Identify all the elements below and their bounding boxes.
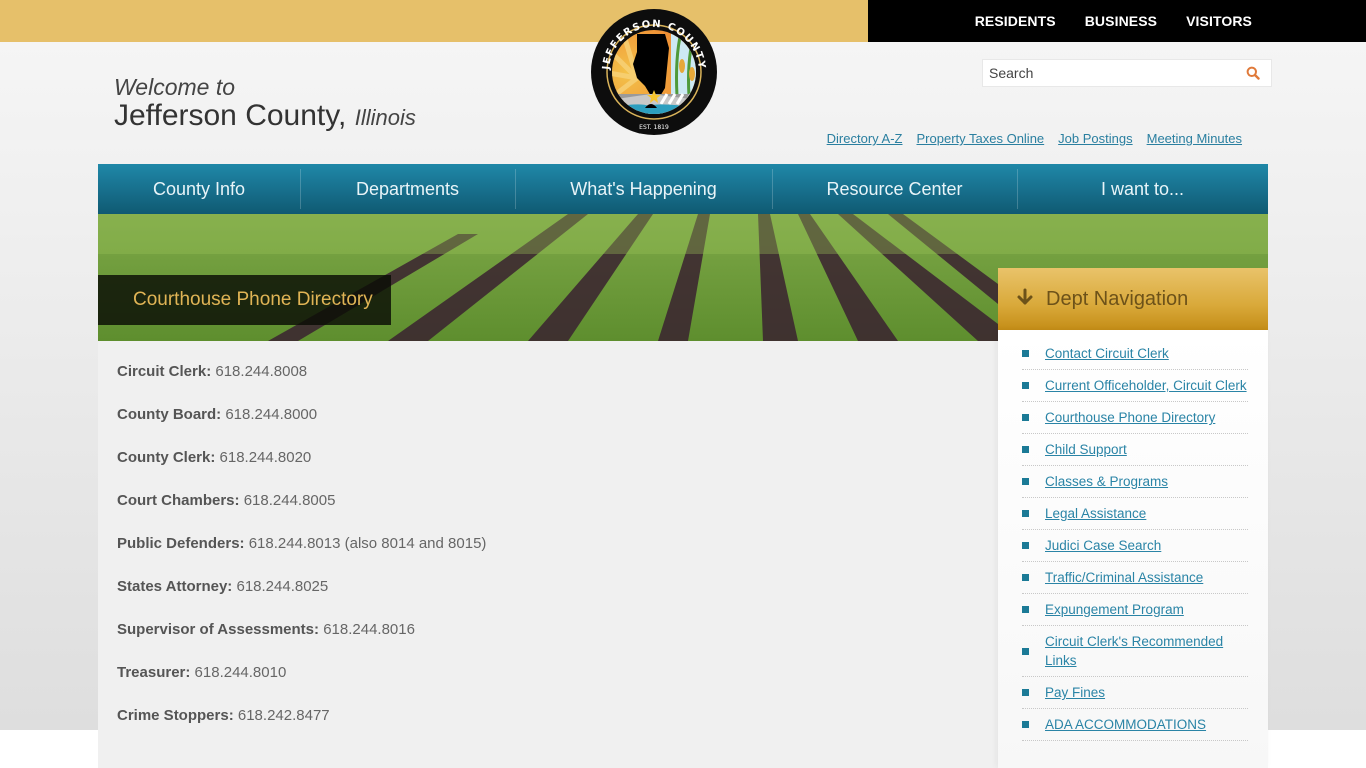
- square-bullet-icon: [1022, 721, 1029, 728]
- sidebar-link-traffic-criminal[interactable]: Traffic/Criminal Assistance: [1045, 568, 1203, 587]
- directory-entry: Circuit Clerk: 618.244.8008: [117, 362, 486, 405]
- sidebar-header[interactable]: Dept Navigation: [998, 268, 1268, 330]
- sidebar-item: ADA ACCOMMODATIONS: [1022, 709, 1248, 741]
- directory-entry: Supervisor of Assessments: 618.244.8016: [117, 620, 486, 663]
- entry-label: County Board:: [117, 406, 222, 423]
- sidebar-link-expungement[interactable]: Expungement Program: [1045, 600, 1184, 619]
- sidebar-item: Child Support: [1022, 434, 1248, 466]
- sidebar-link-recommended-links[interactable]: Circuit Clerk's Recommended Links: [1045, 632, 1248, 670]
- arrow-down-icon: [1016, 288, 1034, 311]
- nav-whats-happening[interactable]: What's Happening: [515, 164, 772, 214]
- site-title[interactable]: Welcome to Jefferson County, Illinois: [114, 74, 416, 134]
- directory-entry: County Clerk: 618.244.8020: [117, 448, 486, 491]
- square-bullet-icon: [1022, 350, 1029, 357]
- sidebar-link-judici-case-search[interactable]: Judici Case Search: [1045, 536, 1161, 555]
- directory-entry: Court Chambers: 618.244.8005: [117, 491, 486, 534]
- sidebar-item: Circuit Clerk's Recommended Links: [1022, 626, 1248, 677]
- entry-label: Supervisor of Assessments:: [117, 621, 320, 638]
- square-bullet-icon: [1022, 574, 1029, 581]
- entry-phone: 618.244.8010: [194, 664, 287, 681]
- state-name: Illinois: [354, 105, 416, 130]
- top-bar-gold: [0, 0, 868, 42]
- search-input[interactable]: [983, 65, 1243, 81]
- sidebar-item: Contact Circuit Clerk: [1022, 338, 1248, 370]
- sidebar-item: Pay Fines: [1022, 677, 1248, 709]
- sidebar-item: Traffic/Criminal Assistance: [1022, 562, 1248, 594]
- entry-label: Circuit Clerk:: [117, 363, 212, 380]
- square-bullet-icon: [1022, 414, 1029, 421]
- square-bullet-icon: [1022, 478, 1029, 485]
- nav-i-want-to[interactable]: I want to...: [1017, 164, 1268, 214]
- logo-est-text: EST. 1819: [639, 124, 669, 131]
- square-bullet-icon: [1022, 510, 1029, 517]
- audience-link-visitors[interactable]: VISITORS: [1186, 13, 1252, 29]
- square-bullet-icon: [1022, 689, 1029, 696]
- county-seal-logo[interactable]: JEFFERSON COUNTY EST. 1819: [589, 8, 719, 136]
- square-bullet-icon: [1022, 542, 1029, 549]
- entry-label: Court Chambers:: [117, 492, 240, 509]
- directory-entry: Crime Stoppers: 618.242.8477: [117, 706, 486, 749]
- sidebar-item: Judici Case Search: [1022, 530, 1248, 562]
- nav-departments[interactable]: Departments: [300, 164, 515, 214]
- entry-phone: 618.244.8013 (also 8014 and 8015): [248, 535, 487, 552]
- nav-resource-center[interactable]: Resource Center: [772, 164, 1017, 214]
- sidebar-title: Dept Navigation: [1046, 287, 1189, 310]
- sidebar-list: Contact Circuit Clerk Current Officehold…: [1022, 338, 1248, 741]
- quick-link-meeting-minutes[interactable]: Meeting Minutes: [1147, 131, 1242, 146]
- entry-phone: 618.244.8016: [323, 621, 415, 638]
- directory-entry: Treasurer: 618.244.8010: [117, 663, 486, 706]
- square-bullet-icon: [1022, 647, 1029, 655]
- entry-phone: 618.242.8477: [237, 707, 330, 724]
- entry-label: Treasurer:: [117, 664, 191, 681]
- page-title-box: Courthouse Phone Directory: [98, 275, 391, 325]
- audience-link-residents[interactable]: RESIDENTS: [975, 13, 1056, 29]
- sidebar-item: Courthouse Phone Directory: [1022, 402, 1248, 434]
- phone-directory: Circuit Clerk: 618.244.8008 County Board…: [117, 362, 486, 749]
- county-name-text: Jefferson County,: [114, 99, 347, 132]
- sidebar-body: Contact Circuit Clerk Current Officehold…: [998, 330, 1268, 768]
- entry-phone: 618.244.8020: [219, 449, 312, 466]
- sidebar-link-child-support[interactable]: Child Support: [1045, 440, 1127, 459]
- search-icon[interactable]: [1243, 63, 1263, 83]
- sidebar-link-courthouse-phone-directory[interactable]: Courthouse Phone Directory: [1045, 408, 1215, 427]
- directory-entry: States Attorney: 618.244.8025: [117, 577, 486, 620]
- directory-entry: Public Defenders: 618.244.8013 (also 801…: [117, 534, 486, 577]
- sidebar-item: Legal Assistance: [1022, 498, 1248, 530]
- entry-label: States Attorney:: [117, 578, 233, 595]
- quick-link-job-postings[interactable]: Job Postings: [1058, 131, 1132, 146]
- sidebar-link-pay-fines[interactable]: Pay Fines: [1045, 683, 1105, 702]
- audience-nav: RESIDENTS BUSINESS VISITORS: [975, 0, 1252, 42]
- audience-link-business[interactable]: BUSINESS: [1085, 13, 1157, 29]
- square-bullet-icon: [1022, 382, 1029, 389]
- entry-label: Public Defenders:: [117, 535, 245, 552]
- welcome-text: Welcome to: [114, 74, 236, 100]
- main-nav: County Info Departments What's Happening…: [98, 164, 1268, 214]
- county-name: Jefferson County, Illinois: [114, 100, 416, 134]
- dept-navigation-sidebar: Dept Navigation Contact Circuit Clerk Cu…: [998, 268, 1268, 768]
- sidebar-item: Expungement Program: [1022, 594, 1248, 626]
- quick-link-directory[interactable]: Directory A-Z: [827, 131, 903, 146]
- directory-entry: County Board: 618.244.8000: [117, 405, 486, 448]
- quick-links: Directory A-Z Property Taxes Online Job …: [827, 131, 1242, 146]
- sidebar-link-ada-accommodations[interactable]: ADA ACCOMMODATIONS: [1045, 715, 1206, 734]
- sidebar-link-current-officeholder[interactable]: Current Officeholder, Circuit Clerk: [1045, 376, 1247, 395]
- square-bullet-icon: [1022, 446, 1029, 453]
- square-bullet-icon: [1022, 606, 1029, 613]
- entry-phone: 618.244.8000: [225, 406, 318, 423]
- sidebar-link-classes-programs[interactable]: Classes & Programs: [1045, 472, 1168, 491]
- entry-label: Crime Stoppers:: [117, 707, 234, 724]
- entry-label: County Clerk:: [117, 449, 216, 466]
- search-box: [982, 59, 1272, 87]
- entry-phone: 618.244.8005: [243, 492, 336, 509]
- sidebar-link-contact-circuit-clerk[interactable]: Contact Circuit Clerk: [1045, 344, 1169, 363]
- entry-phone: 618.244.8008: [215, 363, 308, 380]
- sidebar-link-legal-assistance[interactable]: Legal Assistance: [1045, 504, 1146, 523]
- entry-phone: 618.244.8025: [236, 578, 329, 595]
- quick-link-property-taxes[interactable]: Property Taxes Online: [917, 131, 1045, 146]
- sidebar-item: Classes & Programs: [1022, 466, 1248, 498]
- nav-county-info[interactable]: County Info: [98, 164, 300, 214]
- page-title: Courthouse Phone Directory: [133, 289, 373, 310]
- sidebar-item: Current Officeholder, Circuit Clerk: [1022, 370, 1248, 402]
